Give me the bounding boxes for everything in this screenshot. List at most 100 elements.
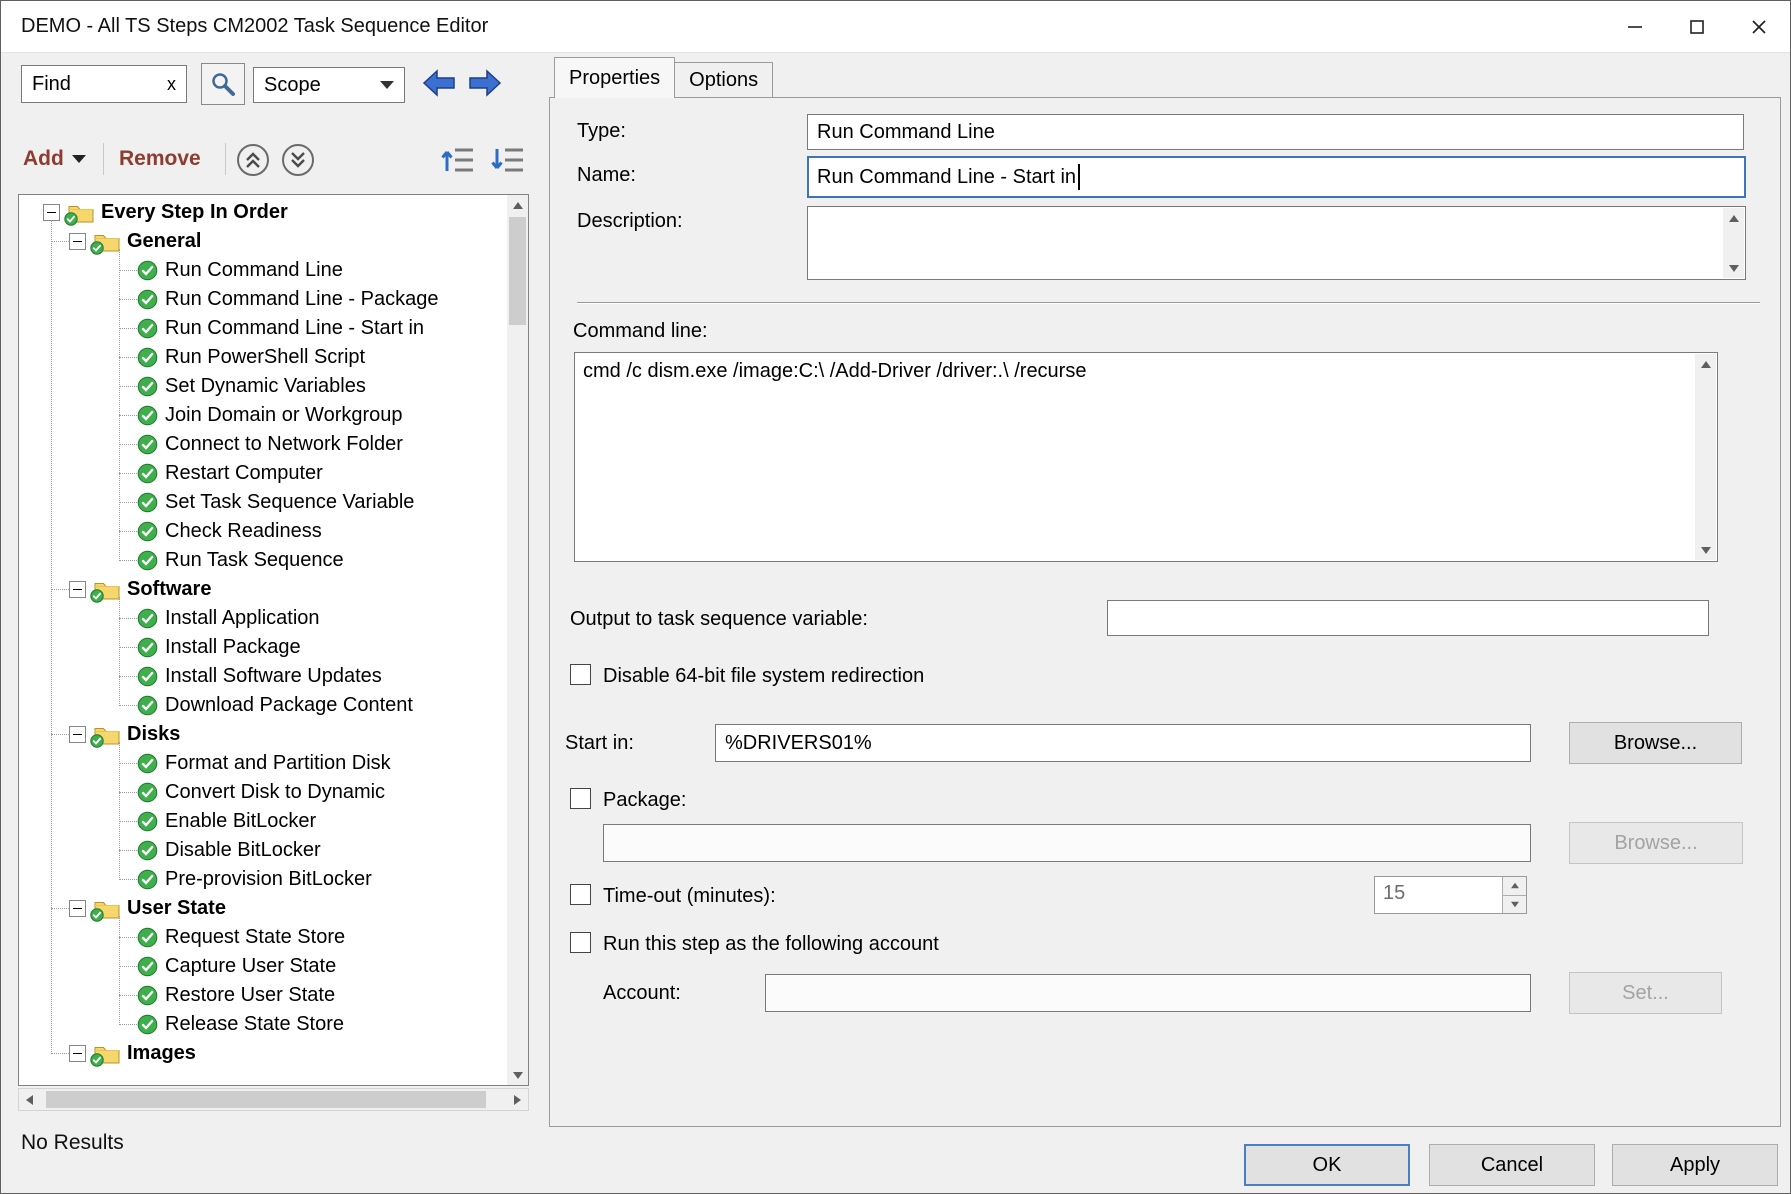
- find-next-button[interactable]: [463, 63, 507, 103]
- disable-redirection-label[interactable]: Disable 64-bit file system redirection: [603, 665, 924, 688]
- tree-item-row[interactable]: Connect to Network Folder: [19, 430, 506, 459]
- add-button[interactable]: Add: [23, 147, 86, 171]
- clear-search-button[interactable]: x: [167, 74, 176, 95]
- tree-root-row[interactable]: Every Step In Order: [19, 198, 506, 227]
- tree-group-row[interactable]: Software: [19, 575, 506, 604]
- output-variable-input[interactable]: [1107, 600, 1709, 636]
- collapse-icon[interactable]: [43, 204, 60, 221]
- tree-item-row[interactable]: Download Package Content: [19, 691, 506, 720]
- minimize-button[interactable]: [1604, 1, 1666, 52]
- scroll-down-icon[interactable]: [507, 1065, 528, 1085]
- tree-item-row[interactable]: Format and Partition Disk: [19, 749, 506, 778]
- disable-redirection-checkbox[interactable]: [570, 664, 591, 685]
- name-field[interactable]: Run Command Line - Start in: [807, 156, 1746, 198]
- start-in-browse-button[interactable]: Browse...: [1569, 722, 1742, 764]
- maximize-button[interactable]: [1666, 1, 1728, 52]
- timeout-label[interactable]: Time-out (minutes):: [603, 885, 776, 908]
- tree-item-row[interactable]: Capture User State: [19, 952, 506, 981]
- scroll-up-icon[interactable]: [1723, 208, 1744, 228]
- scroll-down-icon[interactable]: [1723, 258, 1744, 278]
- separator: [577, 302, 1760, 304]
- tree-item-row[interactable]: Run PowerShell Script: [19, 343, 506, 372]
- tree-item-row[interactable]: Install Application: [19, 604, 506, 633]
- apply-button[interactable]: Apply: [1612, 1144, 1778, 1186]
- tree-item-row[interactable]: Convert Disk to Dynamic: [19, 778, 506, 807]
- timeout-checkbox[interactable]: [570, 884, 591, 905]
- move-step-down-button[interactable]: [488, 141, 528, 179]
- description-field[interactable]: [807, 206, 1746, 280]
- start-in-input[interactable]: [715, 724, 1531, 762]
- tree-group-row[interactable]: General: [19, 227, 506, 256]
- scroll-right-icon[interactable]: [507, 1089, 528, 1110]
- collapse-icon[interactable]: [69, 726, 86, 743]
- scroll-left-icon[interactable]: [19, 1089, 40, 1110]
- scrollbar-thumb[interactable]: [509, 217, 526, 325]
- tree-item-row[interactable]: Release State Store: [19, 1010, 506, 1039]
- tree-item-row[interactable]: Restore User State: [19, 981, 506, 1010]
- expand-all-button[interactable]: [279, 141, 317, 179]
- timeout-spinner[interactable]: 15: [1374, 876, 1527, 914]
- check-circle-icon: [137, 840, 158, 861]
- tree-item-row[interactable]: Run Command Line: [19, 256, 506, 285]
- close-button[interactable]: [1728, 1, 1790, 52]
- run-as-account-checkbox[interactable]: [570, 932, 591, 953]
- tree-horizontal-scrollbar[interactable]: [18, 1088, 529, 1111]
- spin-up-button[interactable]: [1503, 877, 1526, 895]
- cancel-button[interactable]: Cancel: [1429, 1144, 1595, 1186]
- account-input[interactable]: [765, 974, 1531, 1012]
- tree-item-row[interactable]: Join Domain or Workgroup: [19, 401, 506, 430]
- task-sequence-tree: Every Step In Order GeneralRun Command L…: [18, 194, 529, 1086]
- scroll-down-icon[interactable]: [1695, 540, 1716, 560]
- command-line-field[interactable]: cmd /c dism.exe /image:C:\ /Add-Driver /…: [574, 352, 1718, 562]
- find-input[interactable]: Find x: [21, 65, 187, 103]
- tree-item-row[interactable]: Run Command Line - Package: [19, 285, 506, 314]
- tree-item-row[interactable]: Request State Store: [19, 923, 506, 952]
- tree-item-row[interactable]: Enable BitLocker: [19, 807, 506, 836]
- package-checkbox[interactable]: [570, 788, 591, 809]
- tree-item-row[interactable]: Disable BitLocker: [19, 836, 506, 865]
- tree-item-row[interactable]: Restart Computer: [19, 459, 506, 488]
- move-step-up-button[interactable]: [438, 141, 478, 179]
- remove-button[interactable]: Remove: [119, 147, 201, 171]
- run-as-account-label[interactable]: Run this step as the following account: [603, 933, 939, 956]
- tree-connector: [119, 270, 137, 271]
- collapse-icon[interactable]: [69, 581, 86, 598]
- package-label[interactable]: Package:: [603, 789, 686, 812]
- spin-down-button[interactable]: [1503, 895, 1526, 914]
- ok-button[interactable]: OK: [1244, 1144, 1410, 1186]
- tree-vertical-scrollbar[interactable]: [507, 195, 528, 1085]
- tree-group-row[interactable]: User State: [19, 894, 506, 923]
- tree-item-row[interactable]: Set Task Sequence Variable: [19, 488, 506, 517]
- type-field[interactable]: [807, 114, 1744, 150]
- account-set-button[interactable]: Set...: [1569, 972, 1722, 1014]
- tree-connector: [119, 386, 137, 387]
- tree-item-row[interactable]: Check Readiness: [19, 517, 506, 546]
- tree-connector: [119, 502, 137, 503]
- tree-item-row[interactable]: Install Software Updates: [19, 662, 506, 691]
- tree-item-label: Install Software Updates: [165, 665, 382, 688]
- tree-item-row[interactable]: Pre-provision BitLocker: [19, 865, 506, 894]
- command-line-scrollbar[interactable]: [1695, 354, 1716, 560]
- collapse-icon[interactable]: [69, 900, 86, 917]
- collapse-icon[interactable]: [69, 233, 86, 250]
- folder-check-icon: [94, 898, 120, 919]
- collapse-all-button[interactable]: [234, 141, 272, 179]
- package-input[interactable]: [603, 824, 1531, 862]
- tab-options[interactable]: Options: [675, 62, 773, 98]
- scroll-up-icon[interactable]: [507, 195, 528, 215]
- find-previous-button[interactable]: [417, 63, 461, 103]
- scrollbar-thumb[interactable]: [46, 1091, 486, 1108]
- search-button[interactable]: [201, 63, 245, 105]
- tree-group-row[interactable]: Disks: [19, 720, 506, 749]
- scroll-up-icon[interactable]: [1695, 354, 1716, 374]
- scope-dropdown[interactable]: Scope: [253, 67, 405, 103]
- tree-item-row[interactable]: Install Package: [19, 633, 506, 662]
- tree-item-row[interactable]: Set Dynamic Variables: [19, 372, 506, 401]
- collapse-icon[interactable]: [69, 1045, 86, 1062]
- tree-item-row[interactable]: Run Command Line - Start in: [19, 314, 506, 343]
- description-scrollbar[interactable]: [1723, 208, 1744, 278]
- tree-item-row[interactable]: Run Task Sequence: [19, 546, 506, 575]
- package-browse-button[interactable]: Browse...: [1569, 822, 1743, 864]
- tab-properties[interactable]: Properties: [554, 57, 675, 98]
- tree-group-row[interactable]: Images: [19, 1039, 506, 1068]
